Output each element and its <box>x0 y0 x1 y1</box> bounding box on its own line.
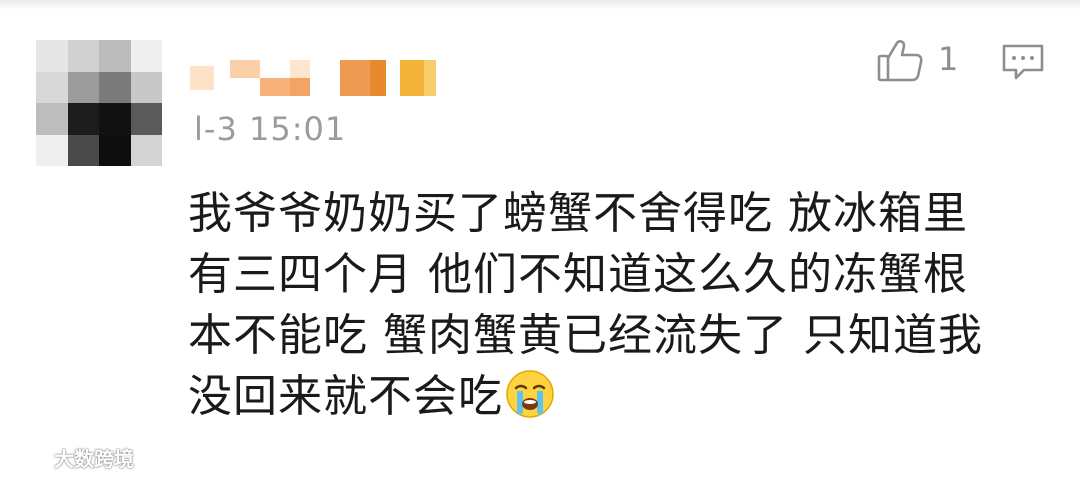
comment-line-text: 没回来就不会吃 <box>188 371 503 422</box>
top-edge-shadow <box>0 0 1080 10</box>
comment-body: 我爷爷奶奶买了螃蟹不舍得吃 放冰箱里 有三四个月 他们不知道这么久的冻蟹根 本不… <box>188 183 1048 427</box>
watermark-logo <box>8 448 46 466</box>
comment-bubble-icon[interactable] <box>1000 42 1046 82</box>
crying-face-emoji <box>505 369 555 419</box>
like-count: 1 <box>938 40 959 78</box>
comment-line-last: 没回来就不会吃 <box>188 366 1048 427</box>
comment-line: 有三四个月 他们不知道这么久的冻蟹根 <box>188 249 968 300</box>
watermark: 大数跨境 <box>8 444 134 471</box>
thumbs-up-icon[interactable] <box>876 38 924 84</box>
comment-line: 本不能吃 蟹肉蟹黄已经流失了 只知道我 <box>188 310 983 361</box>
comment-timestamp: l-3 15:01 <box>194 110 347 148</box>
avatar[interactable] <box>36 40 162 166</box>
comment-line: 我爷爷奶奶买了螃蟹不舍得吃 放冰箱里 <box>188 188 968 239</box>
watermark-text: 大数跨境 <box>54 446 134 471</box>
username-blurred[interactable] <box>190 56 450 100</box>
